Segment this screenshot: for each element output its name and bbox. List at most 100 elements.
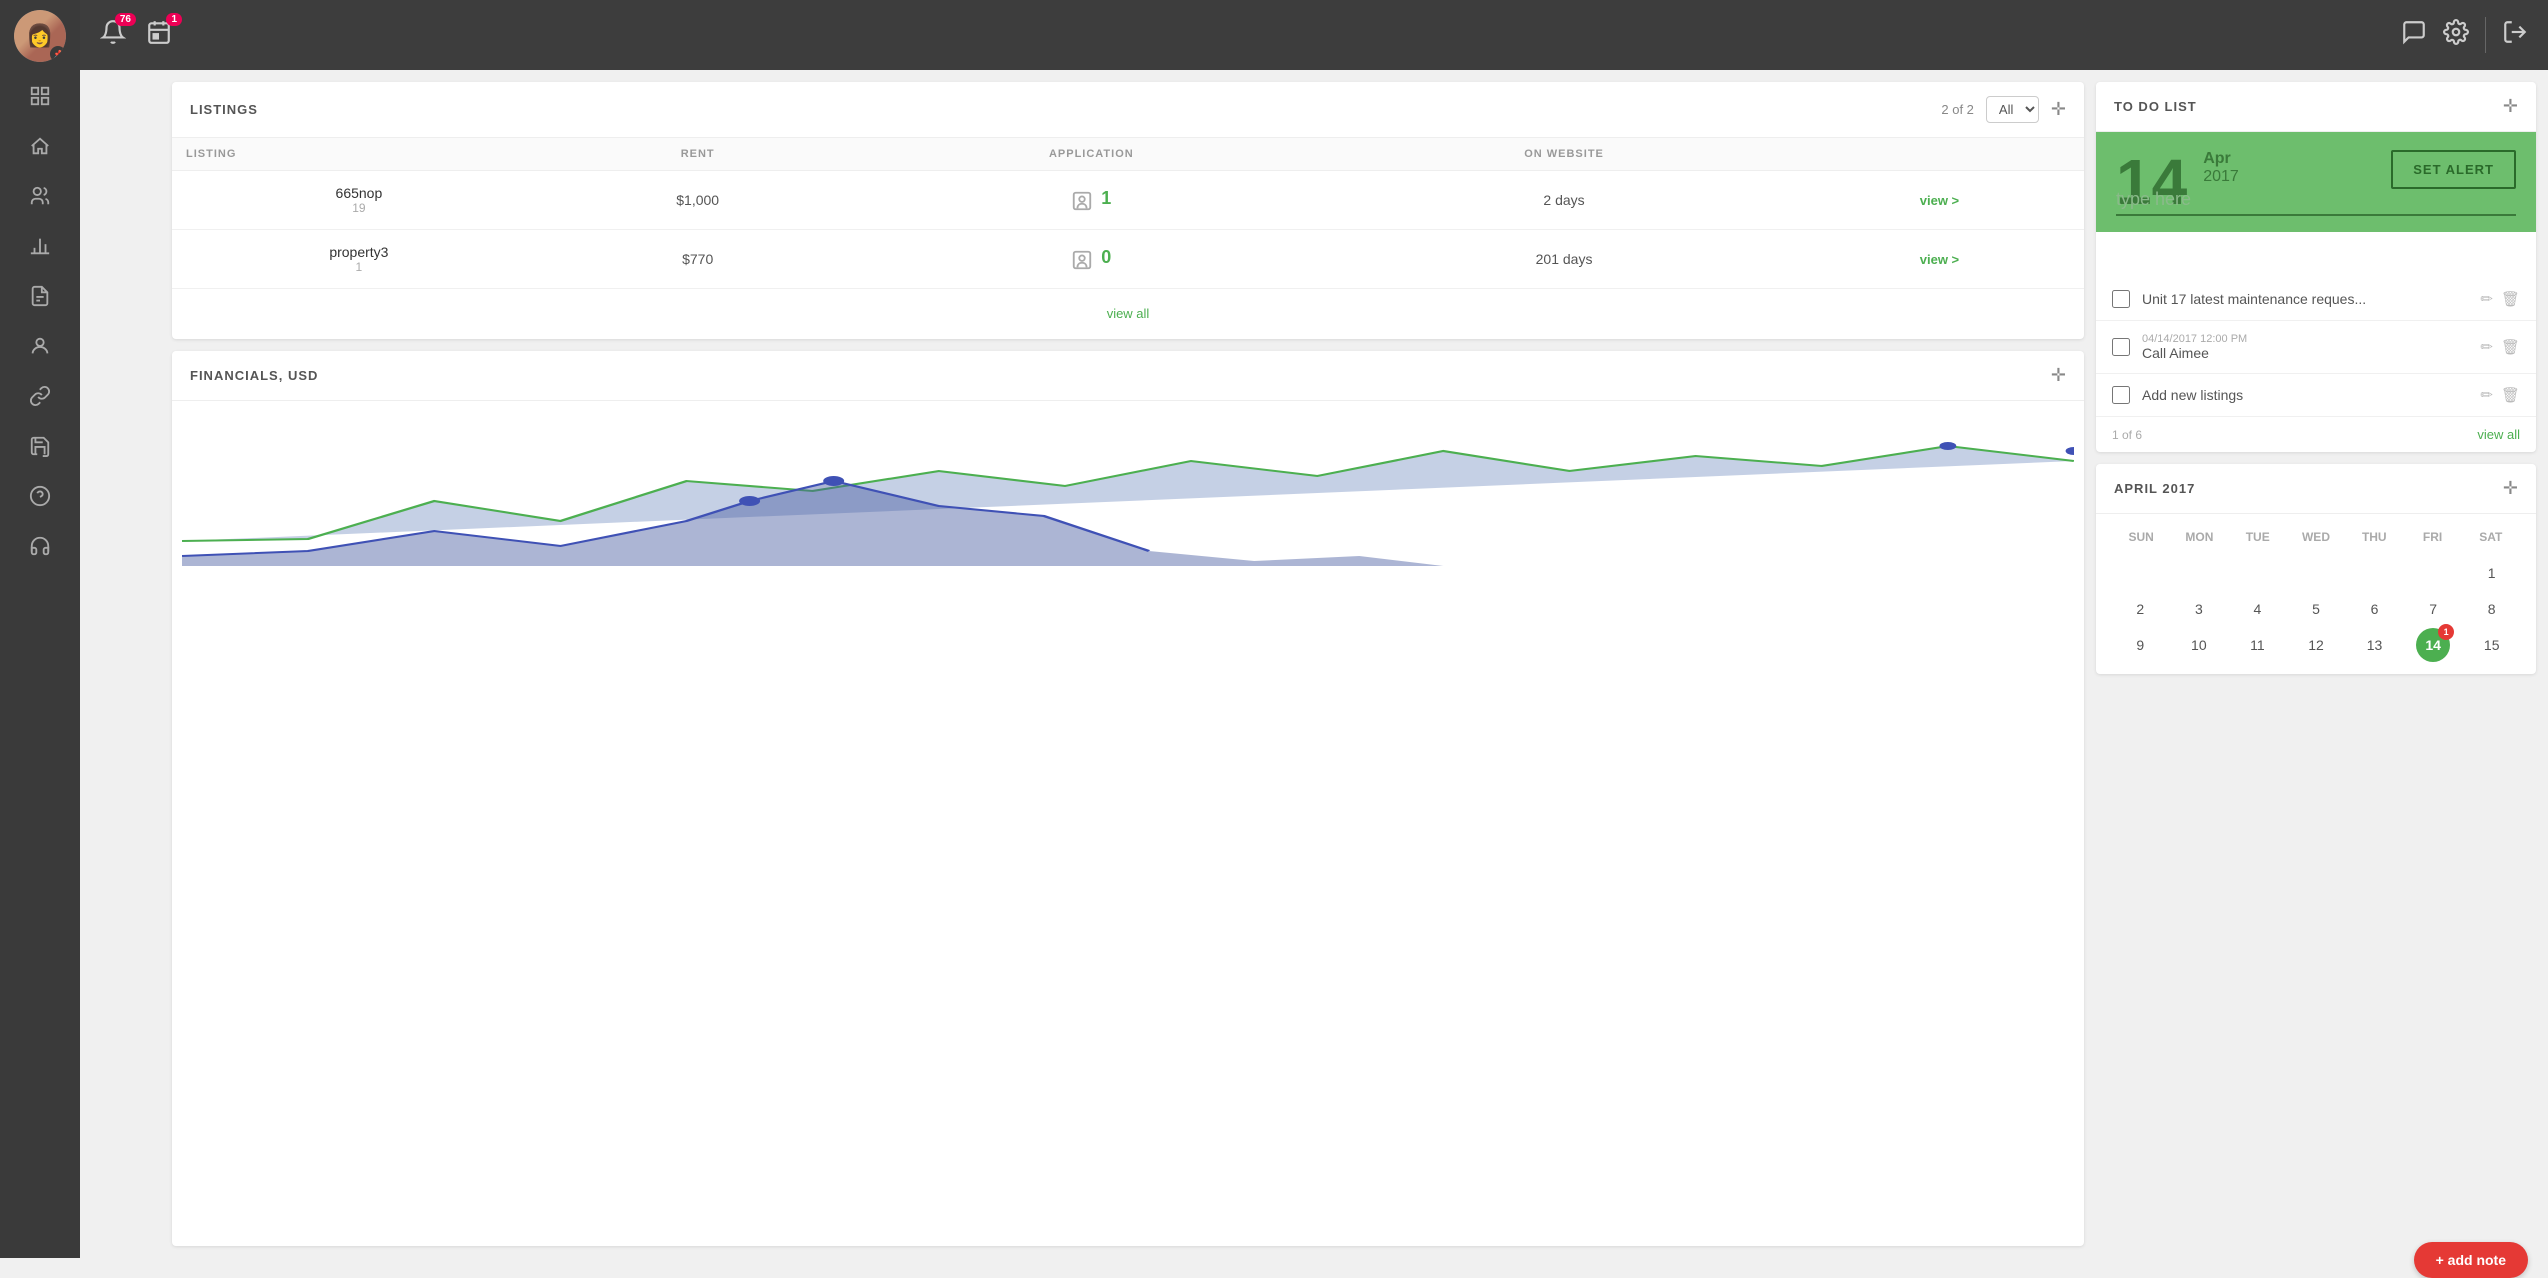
calendar-date[interactable]: 12 (2299, 628, 2333, 662)
todo-edit-button[interactable]: ✏ (2480, 290, 2493, 308)
notification-bell[interactable]: 76 (100, 19, 126, 51)
calendar-today[interactable]: 141 (2416, 628, 2450, 662)
sidebar-icon-question[interactable] (18, 474, 62, 518)
listing-rent: $1,000 (546, 171, 850, 230)
todo-timestamp: 04/14/2017 12:00 PM (2142, 333, 2468, 345)
calendar-empty-cell (2358, 556, 2392, 590)
application-icon (1071, 190, 1093, 212)
calendar-date[interactable]: 2 (2123, 592, 2157, 626)
calendar-add-icon[interactable]: ✛ (2503, 478, 2518, 499)
sidebar-icon-headset[interactable] (18, 524, 62, 568)
calendar-day-name: SUN (2112, 526, 2170, 548)
listing-view-link[interactable]: view > (1920, 193, 1959, 208)
calendar-date[interactable]: 7 (2416, 592, 2450, 626)
todo-view-all[interactable]: view all (2477, 427, 2520, 442)
sidebar-icon-doc[interactable] (18, 274, 62, 318)
todo-text-group: Unit 17 latest maintenance reques... (2142, 291, 2468, 307)
financials-chart (182, 401, 2074, 571)
todo-delete-button[interactable]: 🗑 (2501, 386, 2520, 404)
todo-checkbox-2[interactable] (2112, 386, 2130, 404)
calendar-date[interactable]: 11 (2240, 628, 2274, 662)
sidebar-icon-link[interactable] (18, 374, 62, 418)
settings-icon[interactable] (2443, 19, 2469, 51)
todo-actions: ✏ 🗑 (2480, 290, 2520, 308)
chart-area (172, 401, 2084, 581)
app-count: 1 (1101, 188, 1111, 208)
listings-card: LISTINGS 2 of 2 All ✛ LISTING RENT APPLI… (172, 82, 2084, 339)
todo-item: 04/14/2017 12:00 PM Call Aimee ✏ 🗑 (2096, 321, 2536, 374)
calendar-date[interactable]: 4 (2240, 592, 2274, 626)
sidebar-icon-people[interactable] (18, 174, 62, 218)
avatar[interactable]: 👩 📌 (14, 10, 66, 62)
todo-add-icon[interactable]: ✛ (2503, 96, 2518, 117)
listing-sub: 19 (186, 201, 532, 215)
calendar-icon[interactable]: 1 (146, 19, 172, 51)
listing-view-cell: view > (1795, 230, 2084, 289)
logout-icon[interactable] (2502, 19, 2528, 51)
sidebar-icon-home[interactable] (18, 124, 62, 168)
calendar-date[interactable]: 5 (2299, 592, 2333, 626)
todo-delete-button[interactable]: 🗑 (2501, 290, 2520, 308)
todo-delete-button[interactable]: 🗑 (2501, 338, 2520, 356)
todo-checkbox-1[interactable] (2112, 338, 2130, 356)
calendar-empty-cell (2240, 556, 2274, 590)
col-application: APPLICATION (850, 138, 1334, 171)
sidebar-icon-person[interactable] (18, 324, 62, 368)
notification-badge: 76 (115, 13, 136, 26)
listing-applications: 0 (850, 230, 1334, 289)
todo-label: Add new listings (2142, 387, 2468, 403)
calendar-date[interactable]: 15 (2475, 628, 2509, 662)
todo-month-year: Apr 2017 (2203, 150, 2239, 186)
set-alert-button[interactable]: SET ALERT (2391, 150, 2516, 189)
right-column: TO DO LIST ✛ 14 Apr 2017 SET ALERT + add… (2096, 82, 2536, 1246)
calendar-date[interactable]: 8 (2475, 592, 2509, 626)
calendar-date[interactable]: 9 (2123, 628, 2157, 662)
todo-text-group: Add new listings (2142, 387, 2468, 403)
calendar-day-name: WED (2287, 526, 2345, 548)
calendar-date[interactable]: 6 (2358, 592, 2392, 626)
app-count: 0 (1101, 247, 1111, 267)
todo-actions: ✏ 🗑 (2480, 386, 2520, 404)
sidebar-icon-file[interactable] (18, 424, 62, 468)
table-row: property3 1 $770 0 201 days view > (172, 230, 2084, 289)
chat-icon[interactable] (2401, 19, 2427, 51)
todo-title: TO DO LIST (2114, 99, 2197, 114)
listings-view-all-link[interactable]: view all (1107, 306, 1150, 321)
todo-type-input[interactable] (2116, 185, 2516, 216)
calendar-card: APRIL 2017 ✛ SUNMONTUEWEDTHUFRISAT 12345… (2096, 464, 2536, 674)
financials-add-icon[interactable]: ✛ (2051, 365, 2066, 386)
calendar-date[interactable]: 3 (2182, 592, 2216, 626)
listing-name: 665nop (186, 185, 532, 201)
calendar-day-name: TUE (2229, 526, 2287, 548)
todo-items: Unit 17 latest maintenance reques... ✏ 🗑… (2096, 248, 2536, 417)
todo-text-group: 04/14/2017 12:00 PM Call Aimee (2142, 333, 2468, 361)
todo-label: Unit 17 latest maintenance reques... (2142, 291, 2468, 307)
financials-title: FINANCIALS, USD (190, 368, 318, 383)
calendar-date[interactable]: 10 (2182, 628, 2216, 662)
listing-name-cell: 665nop 19 (172, 171, 546, 230)
financials-card-header: FINANCIALS, USD ✛ (172, 351, 2084, 401)
calendar-date-badge: 1 (2438, 624, 2454, 640)
calendar-empty-cell (2123, 556, 2157, 590)
todo-month: Apr (2203, 150, 2239, 168)
listing-view-link[interactable]: view > (1920, 252, 1959, 267)
todo-edit-button[interactable]: ✏ (2480, 338, 2493, 356)
table-row: 665nop 19 $1,000 1 2 days view > (172, 171, 2084, 230)
todo-item: Unit 17 latest maintenance reques... ✏ 🗑 (2096, 278, 2536, 321)
calendar-date[interactable]: 13 (2358, 628, 2392, 662)
listing-name-cell: property3 1 (172, 230, 546, 289)
listing-view-cell: view > (1795, 171, 2084, 230)
listings-filter[interactable]: All (1986, 96, 2039, 123)
listings-card-header: LISTINGS 2 of 2 All ✛ (172, 82, 2084, 138)
col-rent: RENT (546, 138, 850, 171)
calendar-empty-cell (2299, 556, 2333, 590)
todo-edit-button[interactable]: ✏ (2480, 386, 2493, 404)
calendar-title: APRIL 2017 (2114, 481, 2491, 496)
todo-card: TO DO LIST ✛ 14 Apr 2017 SET ALERT + add… (2096, 82, 2536, 452)
calendar-date[interactable]: 1 (2475, 556, 2509, 590)
todo-checkbox-0[interactable] (2112, 290, 2130, 308)
calendar-empty-cell (2416, 556, 2450, 590)
listings-add-icon[interactable]: ✛ (2051, 99, 2066, 120)
sidebar-icon-chart[interactable] (18, 224, 62, 268)
sidebar-icon-grid[interactable] (18, 74, 62, 118)
